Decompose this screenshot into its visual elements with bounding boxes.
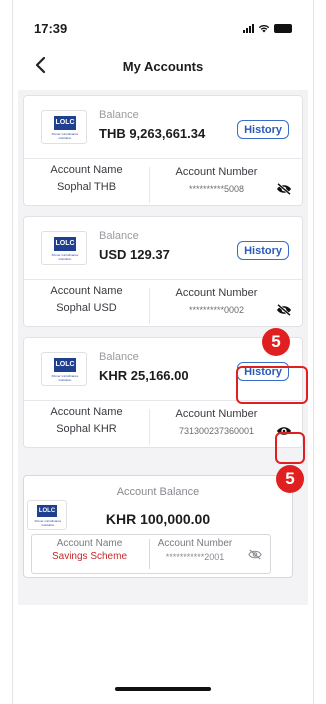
account-name-value: Sophal USD: [56, 302, 117, 314]
status-icons: [243, 24, 292, 33]
account-name-label: Account Name: [56, 538, 123, 549]
account-balance-value: KHR 100,000.00: [105, 511, 211, 527]
eye-slash-icon[interactable]: [248, 549, 262, 560]
eye-slash-icon[interactable]: [276, 183, 292, 195]
savings-details: Account Name Savings Scheme Account Numb…: [31, 534, 271, 574]
column-divider: [149, 409, 150, 445]
account-details: Account Name Sophal USD Account Number *…: [24, 280, 302, 326]
status-time: 17:39: [34, 21, 68, 36]
history-highlight-box: [236, 366, 308, 404]
account-number-value: **********0002: [188, 305, 245, 315]
account-balance-label: Account Balance: [116, 486, 200, 498]
callout-badge: 5: [276, 465, 304, 493]
account-name-label: Account Name: [50, 164, 123, 176]
balance-label: Balance: [99, 351, 139, 363]
account-name-column: Account Name Sophal KHR: [24, 406, 149, 435]
account-number-label: Account Number: [175, 166, 258, 178]
account-number-value: **********5008: [188, 184, 245, 194]
balance-value: USD 129.37: [99, 247, 170, 262]
account-number-value: ***********2001: [165, 552, 225, 562]
account-name-column: Account Name Sophal USD: [24, 285, 149, 314]
account-card-header: LOLC Khmer microfinance institution Bala…: [24, 217, 302, 279]
lolc-logo: LOLC Khmer microfinance institution: [41, 110, 87, 144]
account-number-column: Account Number **********0002: [164, 287, 269, 315]
account-number-column: Account Number ***********2001: [150, 538, 240, 562]
eye-highlight-box: [275, 432, 305, 464]
battery-icon: [274, 24, 292, 33]
callout-badge: 5: [262, 328, 290, 356]
account-name-value: Sophal THB: [56, 181, 117, 193]
account-name-value: Sophal KHR: [56, 423, 117, 435]
account-card-header: LOLC Khmer microfinance institution Bala…: [24, 96, 302, 158]
account-name-value: Savings Scheme: [51, 551, 128, 562]
account-details: Account Name Sophal THB Account Number *…: [24, 159, 302, 205]
nav-bar: My Accounts: [12, 52, 314, 82]
lolc-logo: LOLC Khmer microfinance institution: [41, 231, 87, 265]
account-name-column: Account Name Savings Scheme: [32, 538, 147, 562]
account-card: LOLC Khmer microfinance institution Bala…: [23, 216, 303, 327]
account-number-value: 731300237360001: [178, 426, 255, 436]
account-name-label: Account Name: [50, 285, 123, 297]
home-indicator: [115, 687, 211, 691]
wifi-icon: [258, 24, 270, 33]
savings-account-card: LOLC Khmer microfinance institution Acco…: [23, 475, 293, 578]
balance-value: KHR 25,166.00: [99, 368, 189, 383]
account-details: Account Name Sophal KHR Account Number 7…: [24, 401, 302, 447]
balance-label: Balance: [99, 230, 139, 242]
account-number-label: Account Number: [175, 408, 258, 420]
account-number-label: Account Number: [157, 538, 233, 549]
history-button[interactable]: History: [237, 120, 289, 139]
account-name-column: Account Name Sophal THB: [24, 164, 149, 193]
account-name-label: Account Name: [50, 406, 123, 418]
lolc-logo: LOLC Khmer microfinance institution: [41, 352, 87, 386]
account-number-column: Account Number **********5008: [164, 166, 269, 194]
status-bar: 17:39: [12, 18, 314, 42]
balance-label: Balance: [99, 109, 139, 121]
account-card: LOLC Khmer microfinance institution Bala…: [23, 95, 303, 206]
column-divider: [149, 288, 150, 324]
balance-value: THB 9,263,661.34: [99, 126, 206, 141]
signal-icon: [243, 24, 254, 33]
account-number-label: Account Number: [175, 287, 258, 299]
page-title: My Accounts: [122, 59, 204, 74]
history-button[interactable]: History: [237, 241, 289, 260]
column-divider: [149, 167, 150, 203]
account-number-column: Account Number 731300237360001: [164, 408, 269, 436]
eye-slash-icon[interactable]: [276, 304, 292, 316]
